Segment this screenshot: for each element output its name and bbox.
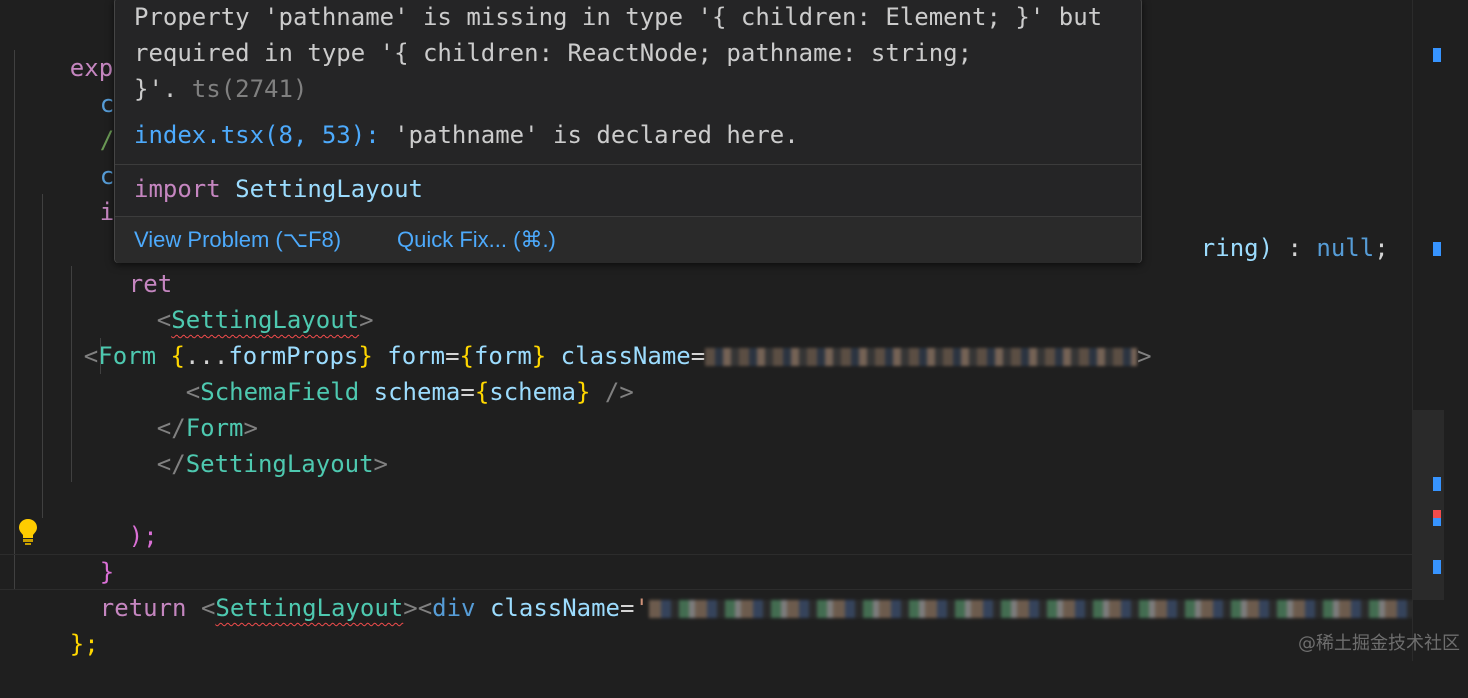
view-problem-link[interactable]: View Problem (⌥F8) [134,227,341,253]
code-line[interactable]: }; [12,590,99,658]
jsx-tag-settinglayout: SettingLayout [185,450,374,478]
quick-fix-link[interactable]: Quick Fix... (⌘.) [397,227,556,253]
code-line-tail[interactable]: ring) : null; [1143,194,1389,262]
hover-actions-bar: View Problem (⌥F8) Quick Fix... (⌘.) [115,217,1141,263]
code-line[interactable]: </SettingLayout> [99,410,388,478]
divider [115,164,1141,165]
error-message-line: required in type '{ children: ReactNode;… [134,39,973,67]
brace: } [575,378,591,406]
ternary-colon: : [1273,234,1317,262]
code-line[interactable]: <SettingLayout> [99,266,374,334]
brace: { [474,378,490,406]
attr-schema: schema [359,378,461,406]
equals: = [460,378,475,406]
paren-close: ); [128,522,158,550]
watermark: @稀土掘金技术社区 [1298,633,1460,654]
ruler-marker [1433,518,1441,526]
jsx-bracket: < [417,594,433,622]
type-fragment: ring) [1200,234,1274,262]
error-code: ts(2741) [191,75,308,103]
indent-guide [14,50,15,590]
variable-schema: schema [489,378,576,406]
jsx-bracket: > [403,594,418,622]
equals: = [620,594,635,622]
jsx-bracket: > [1137,342,1152,370]
import-signature: import SettingLayout [134,171,423,207]
ruler-marker [1433,242,1441,256]
equals: = [690,342,706,370]
jsx-bracket: < [83,342,99,370]
ruler-marker [1433,48,1441,62]
code-line[interactable]: ); [71,482,158,550]
related-location: index.tsx(8, 53): 'pathname' is declared… [134,117,799,153]
semicolon: ; [1374,234,1389,262]
code-line[interactable]: </Form> [99,374,258,442]
string-quote: ' [634,594,649,622]
attr-classname: className [475,594,621,622]
lightbulb-icon[interactable] [18,518,38,546]
jsx-bracket: > [373,450,388,478]
related-location-link[interactable]: index.tsx(8, 53): [134,121,380,149]
jsx-bracket: </ [156,450,186,478]
jsx-bracket: < [200,594,216,622]
ruler-marker [1433,477,1441,491]
import-name: SettingLayout [220,175,423,203]
error-message: Property 'pathname' is missing in type '… [134,0,1102,107]
redacted-classname-value [648,600,1468,618]
jsx-tag-settinglayout-error[interactable]: SettingLayout [215,594,403,622]
jsx-self-close: /> [590,378,634,406]
keyword-null: null [1316,234,1375,262]
code-line[interactable]: <Form {...formProps} form={form} classNa… [26,302,1152,370]
code-line[interactable]: } [42,518,114,586]
error-hover-widget: Property 'pathname' is missing in type '… [114,0,1142,263]
ruler-marker [1433,560,1441,574]
error-message-line: Property 'pathname' is missing in type '… [134,3,1103,31]
brace-close-semicolon: }; [69,630,99,658]
error-message-line: }'. [134,75,192,103]
jsx-tag-div: div [432,594,476,622]
right-gutter [1444,0,1468,661]
code-line[interactable]: <SchemaField schema={schema} /> [128,338,634,406]
keyword-return: return [99,594,187,622]
redacted-classname-value [705,348,1138,366]
code-line[interactable]: return <SettingLayout><div className='> [42,554,1468,622]
related-location-text: 'pathname' is declared here. [379,121,799,149]
keyword-import: import [134,175,221,203]
ruler-error-marker [1433,510,1441,518]
